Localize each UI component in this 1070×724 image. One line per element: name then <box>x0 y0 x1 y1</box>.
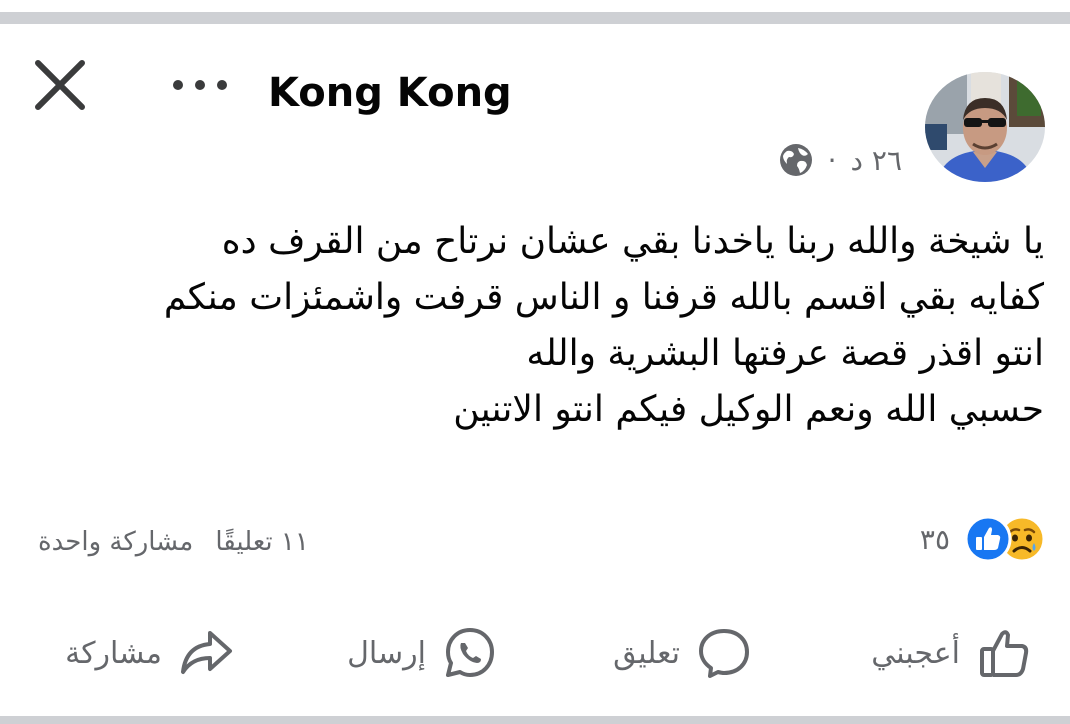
post-meta: ٢٦ د · <box>778 140 902 180</box>
close-icon <box>35 60 85 110</box>
globe-icon <box>779 144 812 176</box>
reaction-count: ٣٥ <box>919 522 950 556</box>
thumbs-up-icon <box>980 630 1029 677</box>
share-label: مشاركة <box>65 635 162 671</box>
share-button[interactable]: مشاركة <box>65 622 234 684</box>
whatsapp-icon <box>446 628 494 677</box>
post-time[interactable]: ٢٦ د <box>851 144 902 177</box>
more-dots-icon <box>173 80 227 90</box>
shares-count[interactable]: مشاركة واحدة <box>38 527 193 557</box>
post-line: كفايه بقي اقسم بالله قرفنا و الناس قرفت … <box>163 277 1044 318</box>
post-line: انتو اقذر قصة عرفتها البشرية والله <box>526 333 1044 374</box>
reactions-summary[interactable]: ٣٥ <box>920 514 1046 564</box>
like-label: أعجبني <box>871 635 960 671</box>
post-body: يا شيخة والله ربنا ياخدنا بقي عشان نرتاح… <box>44 214 1044 438</box>
author-name-header[interactable]: Kong Kong <box>268 68 512 118</box>
avatar[interactable] <box>925 72 1045 182</box>
bottom-divider <box>0 716 1070 724</box>
top-divider <box>0 12 1070 24</box>
more-options-button[interactable] <box>168 68 232 102</box>
comment-button[interactable]: تعليق <box>613 622 752 684</box>
post-line: حسبي الله ونعم الوكيل فيكم انتو الاتنين <box>453 389 1044 430</box>
send-label: إرسال <box>347 635 426 671</box>
send-button[interactable]: إرسال <box>347 622 498 684</box>
share-arrow-icon <box>181 631 232 674</box>
like-button[interactable]: أعجبني <box>871 622 1032 684</box>
engagement-stats: ١١ تعليقًا مشاركة واحدة <box>38 520 309 564</box>
comment-label: تعليق <box>613 635 680 671</box>
post-line: يا شيخة والله ربنا ياخدنا بقي عشان نرتاح… <box>221 221 1044 262</box>
close-button[interactable] <box>30 55 90 115</box>
comment-bubble-icon <box>699 629 749 678</box>
meta-separator: · <box>827 143 837 177</box>
profile-photo <box>925 72 1045 182</box>
comments-count[interactable]: ١١ تعليقًا <box>215 527 309 557</box>
like-reaction-icon <box>964 515 1012 563</box>
